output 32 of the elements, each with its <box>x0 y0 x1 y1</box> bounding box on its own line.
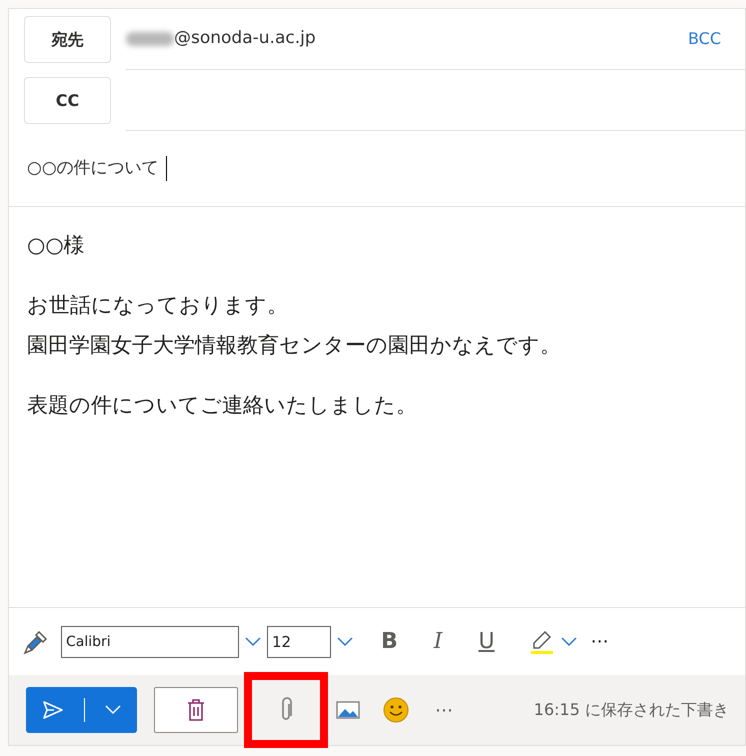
send-icon <box>42 700 64 720</box>
recipient-field[interactable]: @sonoda-u.ac.jp BCC <box>126 9 745 70</box>
underline-button[interactable]: U <box>470 630 503 652</box>
bcc-link[interactable]: BCC <box>688 27 721 51</box>
recipient-label-button[interactable]: 宛先 <box>24 16 111 63</box>
subject-field[interactable]: ○○の件について <box>27 156 167 182</box>
font-dropdown-icon <box>245 636 261 646</box>
font-name-field[interactable]: Calibri <box>61 626 239 658</box>
paperclip-icon <box>279 697 293 723</box>
image-icon <box>336 700 360 720</box>
bold-button[interactable]: B <box>373 630 406 652</box>
attach-button[interactable] <box>244 672 328 748</box>
font-size-field[interactable]: 12 <box>267 626 331 658</box>
draft-status: 16:15 に保存された下書き <box>534 699 729 721</box>
trash-icon <box>187 699 205 721</box>
email-address: @sonoda-u.ac.jp <box>174 27 316 50</box>
more-options-button[interactable]: ⋯ <box>582 632 617 650</box>
chevron-down-icon <box>105 705 121 715</box>
redaction-blur <box>126 32 174 46</box>
body-paragraph: お世話になっております。 園田学園女子大学情報教育センターの園田かなえです。 <box>27 292 562 359</box>
body-paragraph: 表題の件についてご連絡いたしました。 <box>27 392 418 419</box>
highlighter-icon[interactable] <box>528 628 555 654</box>
smiley-icon <box>383 697 409 723</box>
more-actions-button[interactable]: ⋯ <box>424 687 464 733</box>
body-paragraph: ○○様 <box>27 232 86 259</box>
recipient-label-button[interactable]: CC <box>24 77 111 124</box>
italic-button[interactable]: I <box>426 630 450 652</box>
discard-button[interactable] <box>154 687 238 733</box>
format-painter-icon[interactable] <box>23 628 49 654</box>
highlight-dropdown-icon <box>560 636 577 646</box>
send-button[interactable] <box>26 687 137 733</box>
size-dropdown-icon <box>337 636 353 646</box>
